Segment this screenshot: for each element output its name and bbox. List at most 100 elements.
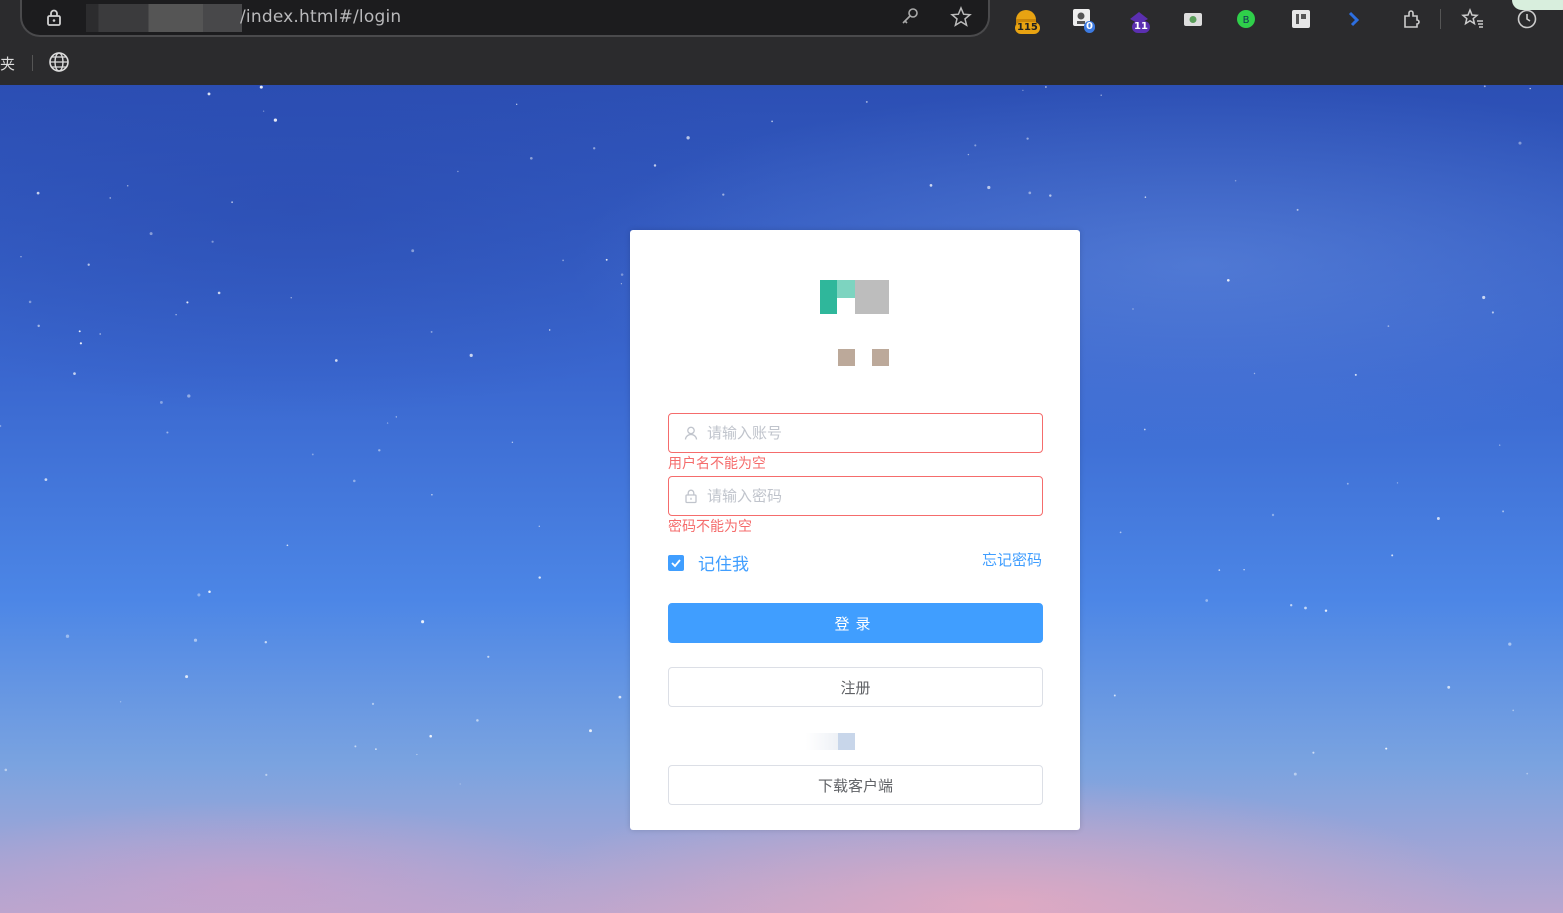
forgot-password-link[interactable]: 忘记密码 [982,549,1042,570]
star [78,330,81,333]
star [511,441,514,443]
globe-icon[interactable] [48,51,70,73]
star [99,333,102,335]
password-error: 密码不能为空 [668,519,752,535]
star [375,748,377,750]
star [1312,751,1315,754]
tag-extension-icon[interactable] [1288,6,1314,32]
screenshot-extension-icon[interactable] [1180,6,1206,32]
star [549,329,551,331]
svg-text:B: B [1243,15,1250,26]
star [605,258,608,261]
star [311,453,314,456]
star [73,372,76,375]
brand-logo [802,278,926,330]
star [37,324,40,328]
star [469,353,473,357]
star [1354,373,1357,376]
star [334,359,338,362]
star [193,638,198,642]
coin-extension-icon[interactable]: 115 [1013,6,1040,34]
username-input[interactable] [707,414,1027,452]
star [416,753,418,756]
login-button[interactable]: 登录 [668,603,1043,643]
star [1132,308,1134,310]
star [1518,141,1522,145]
star [1436,517,1440,520]
star [265,773,268,776]
star [1290,604,1293,607]
star [1526,772,1529,775]
star [1447,685,1451,689]
star [686,136,690,140]
purple-extension-icon[interactable]: 11 [1126,6,1152,33]
key-icon[interactable] [900,6,920,26]
star [620,283,623,285]
star [187,394,191,398]
star [516,103,518,105]
star [562,259,564,262]
star [1119,531,1122,534]
star [431,494,433,496]
star [197,593,201,597]
star [354,745,357,748]
username-error: 用户名不能为空 [668,456,766,472]
checkbox-checked-icon[interactable] [668,554,684,571]
star [1499,444,1501,446]
register-button[interactable]: 注册 [668,667,1043,707]
bookmark-folder-label[interactable]: 夹 [0,53,15,74]
star [1502,510,1505,513]
profile-extension-icon[interactable]: 0 [1070,6,1096,33]
client-qr-redacted [838,733,855,750]
star [653,164,657,167]
url-host-redacted [86,4,242,32]
star [79,342,83,345]
download-client-button[interactable]: 下载客户端 [668,765,1043,805]
password-input[interactable] [707,477,1027,515]
star [1100,94,1102,96]
star [1346,482,1349,485]
star [538,576,541,579]
star [1296,208,1299,211]
star [722,193,725,196]
extension-badge: 0 [1084,21,1095,33]
star [159,400,163,404]
star [4,768,8,772]
profile-pill[interactable] [1512,0,1563,10]
remember-me-checkbox[interactable]: 记住我 [668,550,749,575]
green-extension-icon[interactable]: B [1233,6,1259,32]
extensions-puzzle-icon[interactable] [1398,6,1424,32]
star [290,297,292,299]
star [207,92,211,96]
star [386,422,389,424]
star [1508,642,1512,646]
star [1243,568,1245,571]
remember-me-label[interactable]: 记住我 [698,550,749,575]
star [929,184,933,187]
star-icon[interactable] [950,6,972,28]
address-bar[interactable]: /index.html#/login [20,0,990,37]
star [620,273,624,276]
star [1482,295,1486,300]
star [1218,569,1221,571]
star [186,301,189,304]
star [36,191,40,195]
star [208,590,211,594]
username-field[interactable] [668,413,1043,453]
lock-icon [685,489,697,504]
password-field[interactable] [668,476,1043,516]
favorites-icon[interactable] [1460,6,1486,32]
star [211,240,214,243]
star [1529,87,1531,90]
star [1271,513,1275,517]
translate-extension-icon[interactable] [1342,6,1368,32]
star [429,734,433,738]
star [259,85,263,89]
star [1391,554,1394,557]
star [529,156,533,160]
star [353,479,356,483]
star [231,201,234,204]
star [371,702,375,706]
login-page-background: 用户名不能为空 密码不能为空 记住我 忘记密码 登录 注册 下载客户端 [0,85,1563,913]
star [44,478,48,481]
